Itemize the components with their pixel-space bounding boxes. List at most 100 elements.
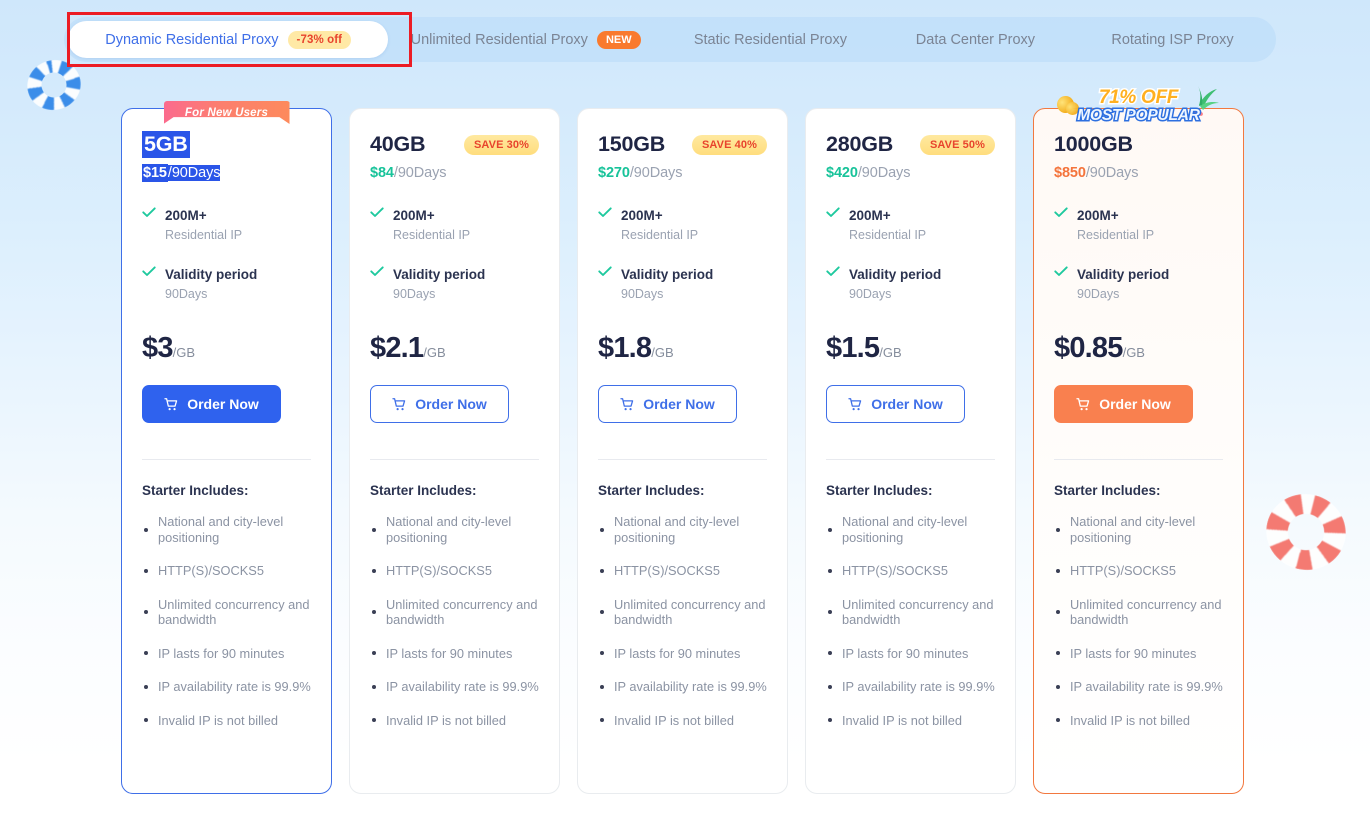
feature-validity: Validity period 90Days: [142, 266, 311, 302]
feature-ip-count: 200M+ Residential IP: [826, 207, 995, 243]
tab-rotating-isp-proxy[interactable]: Rotating ISP Proxy: [1073, 21, 1272, 58]
pricing-card-280gb[interactable]: 280GB SAVE 50% $420/90Days 200M+ Residential…: [805, 108, 1016, 794]
feature-subtitle: Residential IP: [1077, 228, 1155, 242]
unit-price-row: $1.5/GB: [826, 332, 995, 365]
includes-title: Starter Includes:: [826, 483, 933, 498]
feature-title: 200M+: [165, 208, 207, 223]
feature-subtitle: 90Days: [393, 287, 436, 301]
cart-icon: [392, 397, 406, 410]
order-now-button[interactable]: Order Now: [142, 385, 281, 423]
feature-ip-count: 200M+ Residential IP: [370, 207, 539, 243]
pricing-card-list: For New Users 5GB $15/90Days 200M+ Residenti…: [121, 86, 1244, 794]
feature-subtitle: Residential IP: [621, 228, 699, 242]
card-divider: [142, 459, 311, 460]
tab-static-residential-proxy[interactable]: Static Residential Proxy: [663, 21, 878, 58]
feature-subtitle: Residential IP: [165, 228, 243, 242]
coin-icon: [1054, 93, 1076, 116]
tab-unlimited-residential-proxy[interactable]: Unlimited Residential Proxy NEW: [388, 21, 663, 58]
card-header: 40GB SAVE 30%: [370, 131, 539, 158]
feature-subtitle: Residential IP: [393, 228, 471, 242]
pricing-card-40gb[interactable]: 40GB SAVE 30% $84/90Days 200M+ Residential I…: [349, 108, 560, 794]
cart-icon: [1076, 397, 1090, 410]
unit-label: /GB: [423, 345, 446, 360]
list-item: National and city-level positioning: [598, 514, 767, 545]
unit-price: $3: [142, 332, 173, 364]
list-item: Invalid IP is not billed: [142, 713, 311, 729]
feature-validity: Validity period 90Days: [1054, 266, 1223, 302]
period-label: /90Days: [1085, 165, 1139, 181]
unit-price: $2.1: [370, 332, 424, 364]
period-price-row: $420/90Days: [826, 165, 995, 181]
pricing-card-150gb[interactable]: 150GB SAVE 40% $270/90Days 200M+ Residential…: [577, 108, 788, 794]
tab-label: Unlimited Residential Proxy: [410, 31, 588, 48]
card-header: 150GB SAVE 40%: [598, 131, 767, 158]
feature-subtitle: Residential IP: [849, 228, 927, 242]
list-item: IP availability rate is 99.9%: [370, 679, 539, 695]
tab-label: Dynamic Residential Proxy: [105, 31, 279, 48]
tab-label: Static Residential Proxy: [693, 31, 847, 48]
life-ring-decoration-right: [1257, 485, 1355, 579]
includes-title: Starter Includes:: [598, 483, 705, 498]
feature-subtitle: 90Days: [849, 287, 892, 301]
check-icon: [370, 266, 384, 276]
tab-label: Rotating ISP Proxy: [1111, 31, 1234, 48]
period-label: /90Days: [857, 165, 911, 181]
pricing-card-1000gb[interactable]: 71% OFF MOST POPULAR 1000GB $850/90Days 200M…: [1033, 86, 1244, 794]
feature-title: 200M+: [1077, 208, 1119, 223]
includes-list: National and city-level positioning HTTP(…: [142, 514, 311, 728]
feature-ip-count: 200M+ Residential IP: [598, 207, 767, 243]
tab-badge-new: NEW: [596, 30, 641, 49]
period-price-row: $84/90Days: [370, 165, 539, 181]
list-item: Unlimited concurrency and bandwidth: [370, 597, 539, 628]
period-price-row: $850/90Days: [1054, 165, 1223, 181]
order-now-button[interactable]: Order Now: [826, 385, 965, 423]
includes-list: National and city-level positioning HTTP(…: [598, 514, 767, 728]
life-ring-decoration-left: [21, 53, 87, 117]
save-badge: SAVE 40%: [691, 134, 767, 155]
tab-dynamic-residential-proxy[interactable]: Dynamic Residential Proxy -73% off: [68, 21, 389, 58]
list-item: HTTP(S)/SOCKS5: [598, 563, 767, 579]
list-item: IP availability rate is 99.9%: [598, 679, 767, 695]
feature-title: 200M+: [849, 208, 891, 223]
check-icon: [142, 207, 156, 217]
feature-title: Validity period: [393, 267, 486, 282]
includes-title: Starter Includes:: [142, 483, 249, 498]
order-now-button[interactable]: Order Now: [370, 385, 509, 423]
unit-price: $0.85: [1054, 332, 1123, 364]
pricing-card-5gb[interactable]: For New Users 5GB $15/90Days 200M+ Residenti…: [121, 101, 332, 794]
includes-list: National and city-level positioning HTTP(…: [370, 514, 539, 728]
feature-subtitle: 90Days: [165, 287, 208, 301]
order-now-label: Order Now: [1099, 396, 1171, 412]
save-badge: SAVE 30%: [463, 134, 539, 155]
period-label: /90Days: [393, 165, 447, 181]
period-price: $15: [142, 164, 168, 182]
card-divider: [1054, 459, 1223, 460]
order-now-button[interactable]: Order Now: [1054, 385, 1193, 423]
list-item: National and city-level positioning: [370, 514, 539, 545]
list-item: National and city-level positioning: [142, 514, 311, 545]
unit-price-row: $1.8/GB: [598, 332, 767, 365]
list-item: HTTP(S)/SOCKS5: [826, 563, 995, 579]
list-item: National and city-level positioning: [826, 514, 995, 545]
unit-label: /GB: [172, 345, 196, 360]
banner-discount-label: 71% OFF: [1097, 86, 1180, 110]
list-item: Unlimited concurrency and bandwidth: [142, 597, 311, 628]
feature-ip-count: 200M+ Residential IP: [142, 207, 311, 243]
order-now-label: Order Now: [187, 396, 259, 412]
check-icon: [1054, 266, 1068, 276]
card-header: 5GB: [142, 131, 311, 158]
unit-label: /GB: [879, 345, 902, 360]
save-badge: SAVE 50%: [919, 134, 995, 155]
card-header: 1000GB: [1054, 131, 1223, 158]
plan-size: 40GB: [370, 132, 426, 156]
cart-icon: [848, 397, 862, 410]
tab-data-center-proxy[interactable]: Data Center Proxy: [878, 21, 1073, 58]
new-users-ribbon: For New Users: [163, 101, 290, 124]
period-price-row: $15/90Days: [142, 164, 311, 182]
order-now-button[interactable]: Order Now: [598, 385, 737, 423]
list-item: IP lasts for 90 minutes: [826, 646, 995, 662]
check-icon: [598, 207, 612, 217]
check-icon: [598, 266, 612, 276]
period-price: $420: [826, 165, 858, 181]
feature-title: Validity period: [621, 267, 714, 282]
